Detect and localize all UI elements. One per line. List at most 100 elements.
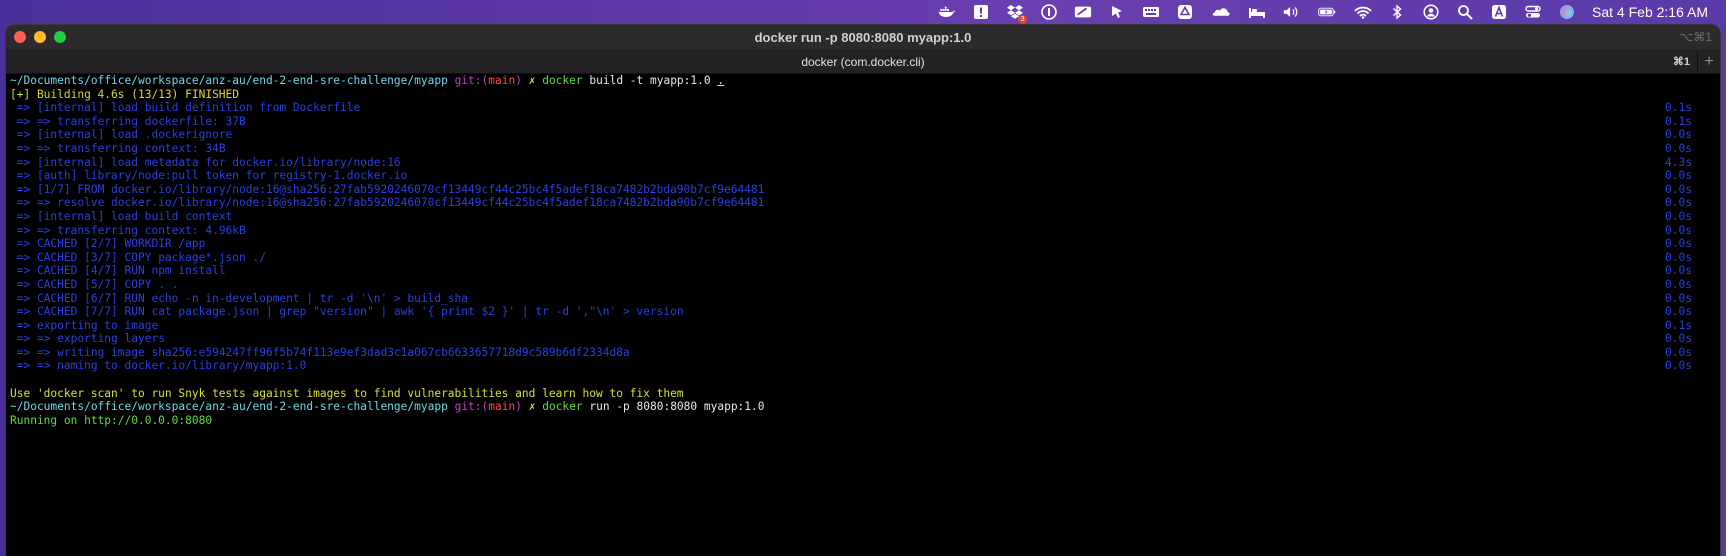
git-suffix: ) [515, 74, 522, 87]
command-args: run -p 8080:8080 myapp:1.0 [589, 400, 765, 414]
prompt-line: ~/Documents/office/workspace/anz-au/end-… [10, 400, 1720, 414]
docker-icon[interactable] [937, 3, 957, 21]
build-step-line: => CACHED [2/7] WORKDIR /app 0.0s [10, 237, 1720, 251]
command-args: build -t myapp:1.0 [589, 74, 711, 87]
dirty-mark: ✗ [528, 400, 536, 414]
build-step-time: 0.0s [1665, 291, 1692, 305]
server-output: Running on http://0.0.0.0:8080 [10, 413, 213, 427]
command-name: docker [542, 74, 583, 87]
build-step-time: 0.0s [1665, 196, 1692, 210]
build-step-time: 0.0s [1665, 223, 1692, 237]
pointer-icon[interactable] [1107, 3, 1127, 21]
scan-hint: Use 'docker scan' to run Snyk tests agai… [10, 386, 684, 400]
build-step-line: => CACHED [4/7] RUN npm install 0.0s [10, 264, 1720, 278]
build-step-time: 0.0s [1665, 237, 1692, 251]
search-icon[interactable] [1455, 3, 1475, 21]
build-step-line: => [internal] load build definition from… [10, 101, 1720, 115]
git-branch: main [488, 74, 516, 87]
build-step-text: => [internal] load build definition from… [16, 101, 361, 115]
onepassword-icon[interactable] [1039, 3, 1059, 21]
minimize-button[interactable] [34, 31, 46, 43]
font-icon[interactable] [1489, 3, 1509, 21]
menubar-clock[interactable]: Sat 4 Feb 2:16 AM [1592, 4, 1708, 20]
volume-icon[interactable] [1281, 3, 1301, 21]
build-step-text: => => exporting layers [16, 332, 165, 346]
build-step-line: => => transferring context: 4.96kB 0.0s [10, 224, 1720, 238]
build-step-line: => [internal] load metadata for docker.i… [10, 156, 1720, 170]
cloudflare-icon[interactable] [1209, 3, 1233, 21]
build-step-line: => => exporting layers 0.0s [10, 332, 1720, 346]
window-shortcut: ⌥⌘1 [1679, 30, 1712, 44]
window-title: docker run -p 8080:8080 myapp:1.0 [754, 30, 972, 45]
build-step-text: => CACHED [3/7] COPY package*.json ./ [16, 250, 266, 264]
dropbox-icon[interactable]: 3 [1005, 3, 1028, 24]
build-step-time: 0.1s [1665, 114, 1692, 128]
build-step-text: => [internal] load build context [16, 209, 233, 223]
zoom-button[interactable] [54, 31, 66, 43]
terminal-window: docker run -p 8080:8080 myapp:1.0 ⌥⌘1 do… [6, 25, 1720, 556]
siri-icon[interactable] [1557, 3, 1577, 21]
build-step-text: => [internal] load .dockerignore [16, 128, 233, 142]
build-step-time: 0.0s [1665, 305, 1692, 319]
exclamation-box-icon[interactable] [971, 3, 991, 21]
build-step-line: => CACHED [5/7] COPY . . 0.0s [10, 278, 1720, 292]
build-step-time: 0.0s [1665, 141, 1692, 155]
build-step-text: => CACHED [5/7] COPY . . [16, 277, 179, 291]
build-step-line: => => transferring context: 34B 0.0s [10, 142, 1720, 156]
build-step-time: 0.0s [1665, 182, 1692, 196]
git-suffix: ) [515, 400, 522, 414]
build-step-line: => => transferring dockerfile: 37B 0.1s [10, 115, 1720, 129]
bluetooth-icon[interactable] [1387, 3, 1407, 21]
prompt-line: ~/Documents/office/workspace/anz-au/end-… [10, 74, 1720, 88]
build-step-time: 4.3s [1665, 155, 1692, 169]
build-step-text: => => transferring context: 34B [16, 141, 226, 155]
build-step-time: 0.1s [1665, 318, 1692, 332]
build-step-time: 0.0s [1665, 277, 1692, 291]
git-branch: main [488, 400, 516, 414]
menu-bar: 3 Sat 4 Feb 2:16 AM [0, 0, 1726, 24]
build-step-line: => [internal] load .dockerignore 0.0s [10, 128, 1720, 142]
build-step-text: => [auth] library/node:pull token for re… [16, 169, 408, 183]
build-step-text: => => writing image sha256:e594247ff96f5… [16, 345, 630, 359]
build-step-line: => CACHED [6/7] RUN echo -n in-developme… [10, 292, 1720, 306]
tab-docker[interactable]: docker (com.docker.cli) [801, 55, 924, 69]
build-step-time: 0.0s [1665, 359, 1692, 373]
build-step-text: => CACHED [4/7] RUN npm install [16, 264, 226, 278]
build-step-line: => CACHED [3/7] COPY package*.json ./ 0.0… [10, 251, 1720, 265]
title-bar[interactable]: docker run -p 8080:8080 myapp:1.0 ⌥⌘1 [6, 25, 1720, 51]
command-name: docker [542, 400, 583, 414]
build-step-line: => exporting to image 0.1s [10, 319, 1720, 333]
command-context: . [717, 74, 725, 87]
dropbox-badge: 3 [1018, 15, 1028, 24]
tab-shortcut: ⌘1 [1672, 56, 1690, 68]
build-step-line: => => resolve docker.io/library/node:16@… [10, 196, 1720, 210]
build-step-time: 0.0s [1665, 345, 1692, 359]
google-drive-icon[interactable] [1175, 3, 1195, 21]
new-tab-button[interactable]: + [1697, 51, 1720, 73]
prompt-path: ~/Documents/office/workspace/anz-au/end-… [10, 74, 448, 87]
pen-box-icon[interactable] [1073, 3, 1093, 21]
battery-icon[interactable] [1315, 3, 1339, 21]
build-step-text: => [1/7] FROM docker.io/library/node:16@… [16, 182, 765, 196]
build-step-time: 0.1s [1665, 101, 1692, 115]
build-step-text: => => transferring dockerfile: 37B [16, 114, 246, 128]
build-step-text: => => naming to docker.io/library/myapp:… [16, 359, 307, 373]
control-center-icon[interactable] [1523, 3, 1543, 21]
build-step-time: 0.0s [1665, 332, 1692, 346]
bed-icon[interactable] [1247, 3, 1267, 21]
build-step-text: => exporting to image [16, 318, 159, 332]
build-step-line: => => naming to docker.io/library/myapp:… [10, 359, 1720, 373]
build-step-line: => CACHED [7/7] RUN cat package.json | g… [10, 305, 1720, 319]
build-header: [+] Building 4.6s (13/13) FINISHED [10, 87, 240, 101]
user-icon[interactable] [1421, 3, 1441, 21]
build-step-text: => CACHED [7/7] RUN cat package.json | g… [16, 305, 684, 319]
build-step-text: => CACHED [2/7] WORKDIR /app [16, 237, 206, 251]
build-step-text: => CACHED [6/7] RUN echo -n in-developme… [16, 291, 469, 305]
terminal-output[interactable]: ~/Documents/office/workspace/anz-au/end-… [10, 74, 1720, 556]
build-step-text: => => resolve docker.io/library/node:16@… [16, 196, 765, 210]
close-button[interactable] [14, 31, 26, 43]
build-step-time: 0.0s [1665, 209, 1692, 223]
wifi-icon[interactable] [1353, 3, 1373, 21]
keyboard-icon[interactable] [1141, 3, 1161, 21]
